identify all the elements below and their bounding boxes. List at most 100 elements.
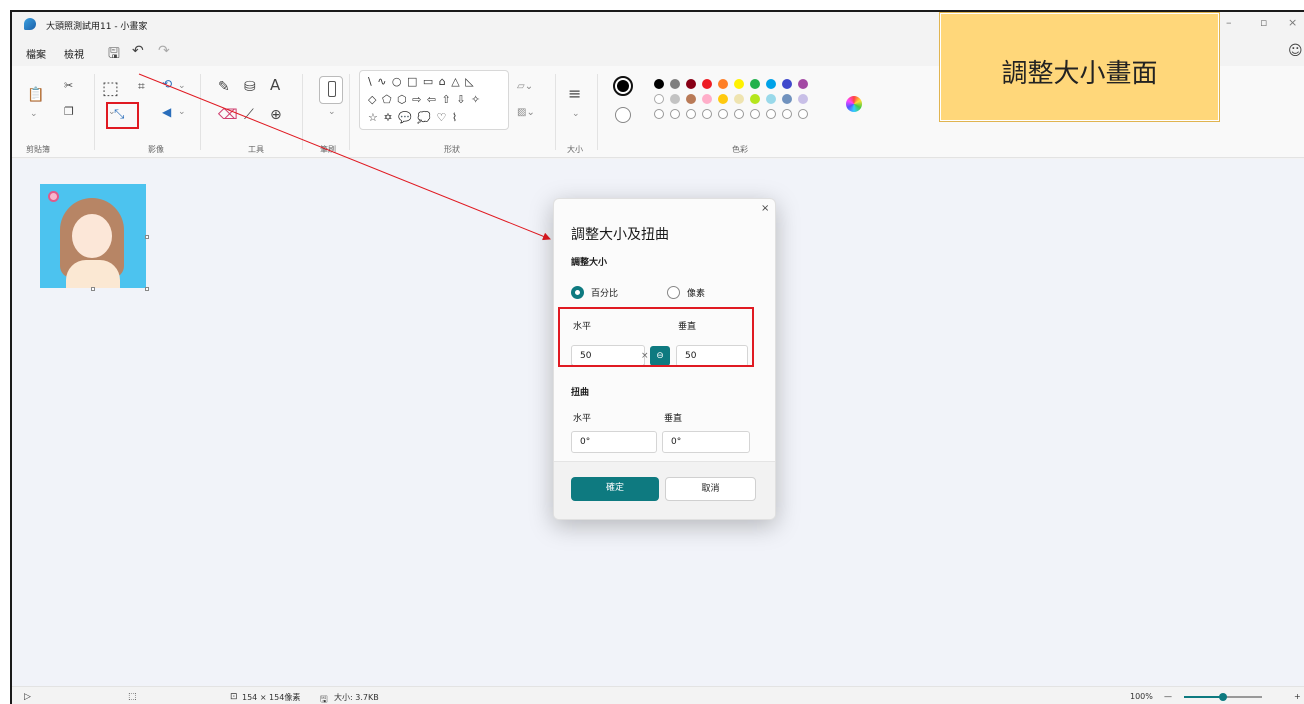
ok-button[interactable]: 確定	[571, 477, 659, 501]
paint-window: 大頭照測試用11 - 小畫家 – ▫ × 檔案 檢視 🖫 ↶ ↷ ☺ 📋 ⌄ ✂…	[10, 10, 1304, 704]
custom-color-slot[interactable]	[782, 109, 792, 119]
zoom-in-button[interactable]: +	[1294, 692, 1301, 701]
color-swatch[interactable]	[734, 94, 744, 104]
shapes-gallery[interactable]: \ ∿ ○ □ ▭ ⌂ △ ◺ ◇ ⬠ ⬡ ⇨ ⇦ ⇧ ⇩ ✧ ☆ ✡ 💬 💭 …	[359, 70, 509, 130]
color-swatch[interactable]	[654, 94, 664, 104]
magnifier-icon[interactable]: ⊕	[270, 108, 282, 122]
color-swatch[interactable]	[686, 94, 696, 104]
cancel-button[interactable]: 取消	[665, 477, 756, 501]
menu-file[interactable]: 檔案	[26, 46, 46, 61]
undo-icon[interactable]: ↶	[132, 43, 144, 59]
color-swatch[interactable]	[686, 79, 696, 89]
resize-handle-right[interactable]	[145, 235, 149, 239]
dialog-title: 調整大小及扭曲	[571, 227, 669, 243]
custom-color-slot[interactable]	[750, 109, 760, 119]
skew-vertical-input[interactable]: 0°	[662, 431, 750, 453]
color-swatch[interactable]	[766, 79, 776, 89]
color-swatch[interactable]	[734, 79, 744, 89]
skew-horizontal-input[interactable]: 0°	[571, 431, 657, 453]
zoom-slider-fill	[1184, 696, 1223, 698]
pencil-icon[interactable]: ✎	[218, 80, 230, 94]
save-icon[interactable]: 🖫	[108, 43, 120, 67]
zoom-slider[interactable]	[1184, 693, 1262, 701]
color-swatch[interactable]	[718, 79, 728, 89]
custom-color-slot[interactable]	[654, 109, 664, 119]
skew-vertical-value: 0°	[671, 437, 682, 447]
color-swatch[interactable]	[750, 79, 760, 89]
brush-icon[interactable]	[319, 76, 343, 104]
pixels-radio-label[interactable]: 像素	[687, 286, 705, 299]
color-swatch[interactable]	[750, 94, 760, 104]
color-swatch[interactable]	[798, 79, 808, 89]
percent-radio-label[interactable]: 百分比	[591, 286, 618, 299]
custom-color-slot[interactable]	[702, 109, 712, 119]
skew-vertical-label: 垂直	[664, 414, 683, 424]
skew-section-label: 扭曲	[571, 388, 590, 398]
resize-dialog: × 調整大小及扭曲 調整大小 百分比 像素 水平 垂直 50 × ⊖ 50 扭曲…	[553, 198, 776, 520]
color-swatch[interactable]	[654, 79, 664, 89]
custom-color-slot[interactable]	[798, 109, 808, 119]
resize-handle-bottom[interactable]	[91, 287, 95, 291]
color-swatch[interactable]	[782, 94, 792, 104]
color-wheel-icon[interactable]	[846, 96, 862, 112]
cut-icon[interactable]: ✂	[64, 80, 73, 91]
select-icon[interactable]: ⬚	[102, 80, 119, 98]
copy-icon[interactable]: ❐	[64, 106, 74, 117]
rotate-dropdown-icon[interactable]: ⌄	[178, 82, 186, 91]
rotate-icon[interactable]: ⟲	[162, 78, 172, 90]
ribbon-divider	[200, 74, 201, 150]
callout-text: 調整大小畫面	[1001, 59, 1158, 89]
color-swatch[interactable]	[718, 94, 728, 104]
menu-view[interactable]: 檢視	[64, 46, 84, 61]
brush-dropdown-icon[interactable]: ⌄	[328, 108, 336, 117]
color2-selector[interactable]	[615, 107, 631, 123]
flip-icon[interactable]: ◀	[162, 106, 171, 118]
pixels-radio[interactable]	[667, 286, 680, 299]
group-label-tools: 工具	[248, 145, 264, 154]
shape-row-1[interactable]: \ ∿ ○ □ ▭ ⌂ △ ◺	[368, 75, 475, 88]
color1-selector[interactable]	[613, 76, 633, 96]
custom-color-slot[interactable]	[734, 109, 744, 119]
color-swatch[interactable]	[782, 79, 792, 89]
account-icon[interactable]: ☺	[1288, 43, 1303, 59]
color-picker-icon[interactable]: ⟋	[244, 108, 254, 122]
minimize-button[interactable]: –	[1226, 16, 1232, 29]
maximize-button[interactable]: ▫	[1260, 16, 1267, 29]
text-icon[interactable]: A	[270, 78, 280, 93]
group-label-colors: 色彩	[732, 145, 748, 154]
custom-color-slot[interactable]	[670, 109, 680, 119]
color-swatch[interactable]	[670, 79, 680, 89]
zoom-out-button[interactable]: —	[1164, 692, 1172, 701]
shape-fill-icon[interactable]: ▨⌄	[517, 108, 535, 118]
custom-color-slot[interactable]	[718, 109, 728, 119]
outline-icon[interactable]: ▱⌄	[517, 82, 533, 92]
zoom-slider-thumb[interactable]	[1219, 693, 1227, 701]
color-swatch[interactable]	[766, 94, 776, 104]
crop-icon[interactable]: ⌗	[138, 80, 145, 92]
color-swatch[interactable]	[670, 94, 680, 104]
percent-radio[interactable]	[571, 286, 584, 299]
size-dropdown-icon[interactable]: ⌄	[572, 110, 580, 119]
size-icon[interactable]: ≡	[568, 86, 581, 102]
fill-icon[interactable]: ⛁	[244, 80, 256, 94]
close-button[interactable]: ×	[1288, 16, 1297, 29]
paste-dropdown-icon[interactable]: ⌄	[30, 110, 38, 119]
custom-color-slot[interactable]	[686, 109, 696, 119]
resize-handle-corner[interactable]	[145, 287, 149, 291]
dialog-close-button[interactable]: ×	[761, 203, 769, 214]
ribbon-divider	[349, 74, 350, 150]
paste-icon[interactable]: 📋	[27, 88, 44, 102]
redo-icon[interactable]: ↷	[158, 43, 170, 59]
shape-row-2[interactable]: ◇ ⬠ ⬡ ⇨ ⇦ ⇧ ⇩ ✧	[368, 93, 481, 106]
canvas-image[interactable]	[40, 184, 146, 288]
status-bar: ▷ ⬚ ⊡ 154 × 154像素 🖫 大小: 3.7KB 100% — +	[12, 686, 1304, 704]
eraser-icon[interactable]: ⌫	[218, 108, 238, 122]
portrait-face	[72, 214, 112, 258]
shape-row-3[interactable]: ☆ ✡ 💬 💭 ♡ ⌇	[368, 111, 458, 124]
custom-color-slot[interactable]	[766, 109, 776, 119]
group-label-clipboard: 剪貼簿	[26, 145, 50, 154]
color-swatch[interactable]	[798, 94, 808, 104]
color-swatch[interactable]	[702, 94, 712, 104]
flip-dropdown-icon[interactable]: ⌄	[178, 108, 186, 117]
color-swatch[interactable]	[702, 79, 712, 89]
